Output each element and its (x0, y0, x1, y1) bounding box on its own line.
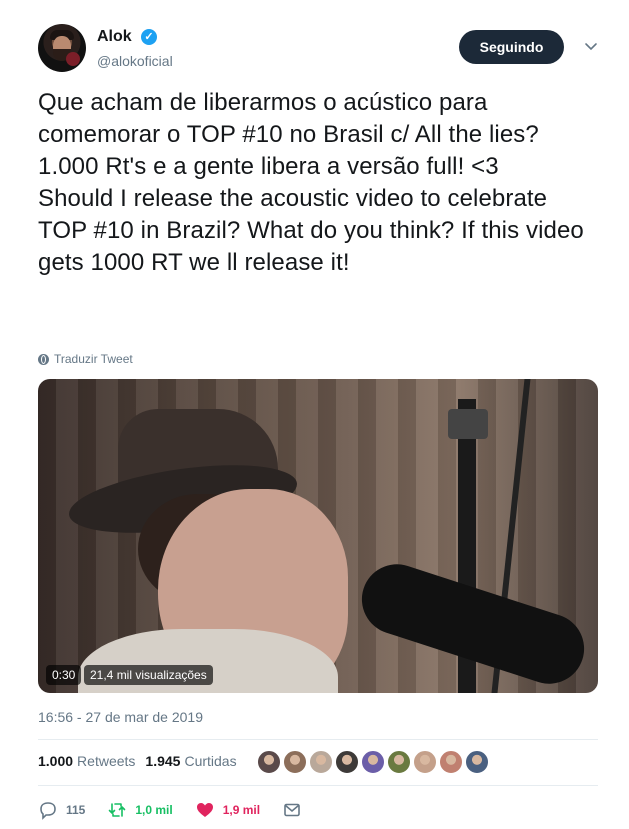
liker-avatar[interactable] (361, 750, 385, 774)
video-views: 21,4 mil visualizações (84, 665, 213, 685)
direct-message-button[interactable] (282, 800, 302, 820)
like-count: 1,9 mil (222, 803, 261, 817)
retweet-icon (109, 803, 126, 817)
liker-avatar[interactable] (283, 750, 307, 774)
tweet-text-portuguese: Que acham de liberarmos o acústico para … (38, 89, 539, 180)
liker-avatar[interactable] (309, 750, 333, 774)
retweet-button[interactable]: 1,0 mil (107, 800, 173, 820)
liker-avatar[interactable] (439, 750, 463, 774)
following-button[interactable]: Seguindo (459, 30, 564, 64)
likes-stat[interactable]: 1.945 Curtidas (145, 753, 236, 769)
liker-avatar[interactable] (465, 750, 489, 774)
video-duration: 0:30 (46, 665, 82, 685)
author-handle[interactable]: @alokoficial (97, 53, 173, 69)
globe-icon (38, 353, 49, 365)
retweet-count: 1,0 mil (135, 803, 173, 817)
translate-label: Traduzir Tweet (54, 352, 133, 366)
author-avatar[interactable] (38, 24, 86, 72)
translate-tweet-link[interactable]: Traduzir Tweet (38, 352, 133, 366)
like-button[interactable]: 1,9 mil (195, 800, 260, 820)
retweets-stat[interactable]: 1.000 Retweets (38, 753, 135, 769)
tweet-actions: 115 1,0 mil 1,9 mil (38, 800, 324, 820)
reply-count: 115 (66, 803, 86, 817)
divider (38, 739, 598, 740)
tweet-timestamp[interactable]: 16:56 - 27 de mar de 2019 (38, 709, 203, 725)
liker-avatar[interactable] (387, 750, 411, 774)
liker-avatar[interactable] (257, 750, 281, 774)
envelope-icon (284, 803, 300, 817)
reply-button[interactable]: 115 (38, 800, 85, 820)
verified-badge-icon: ✓ (141, 29, 157, 45)
tweet-text: Que acham de liberarmos o acústico para … (38, 87, 598, 279)
tweet-text-english: Should I release the acoustic video to c… (38, 185, 584, 276)
heart-icon (196, 803, 213, 817)
liker-avatar[interactable] (335, 750, 359, 774)
liker-avatars (257, 750, 489, 774)
chevron-down-icon[interactable] (584, 39, 598, 53)
divider (38, 785, 598, 786)
author-name[interactable]: Alok (97, 28, 132, 46)
engagement-stats: 1.000 Retweets 1.945 Curtidas (38, 753, 247, 769)
liker-avatar[interactable] (413, 750, 437, 774)
reply-icon (40, 802, 56, 820)
video-player[interactable]: 0:30 21,4 mil visualizações (38, 379, 598, 693)
